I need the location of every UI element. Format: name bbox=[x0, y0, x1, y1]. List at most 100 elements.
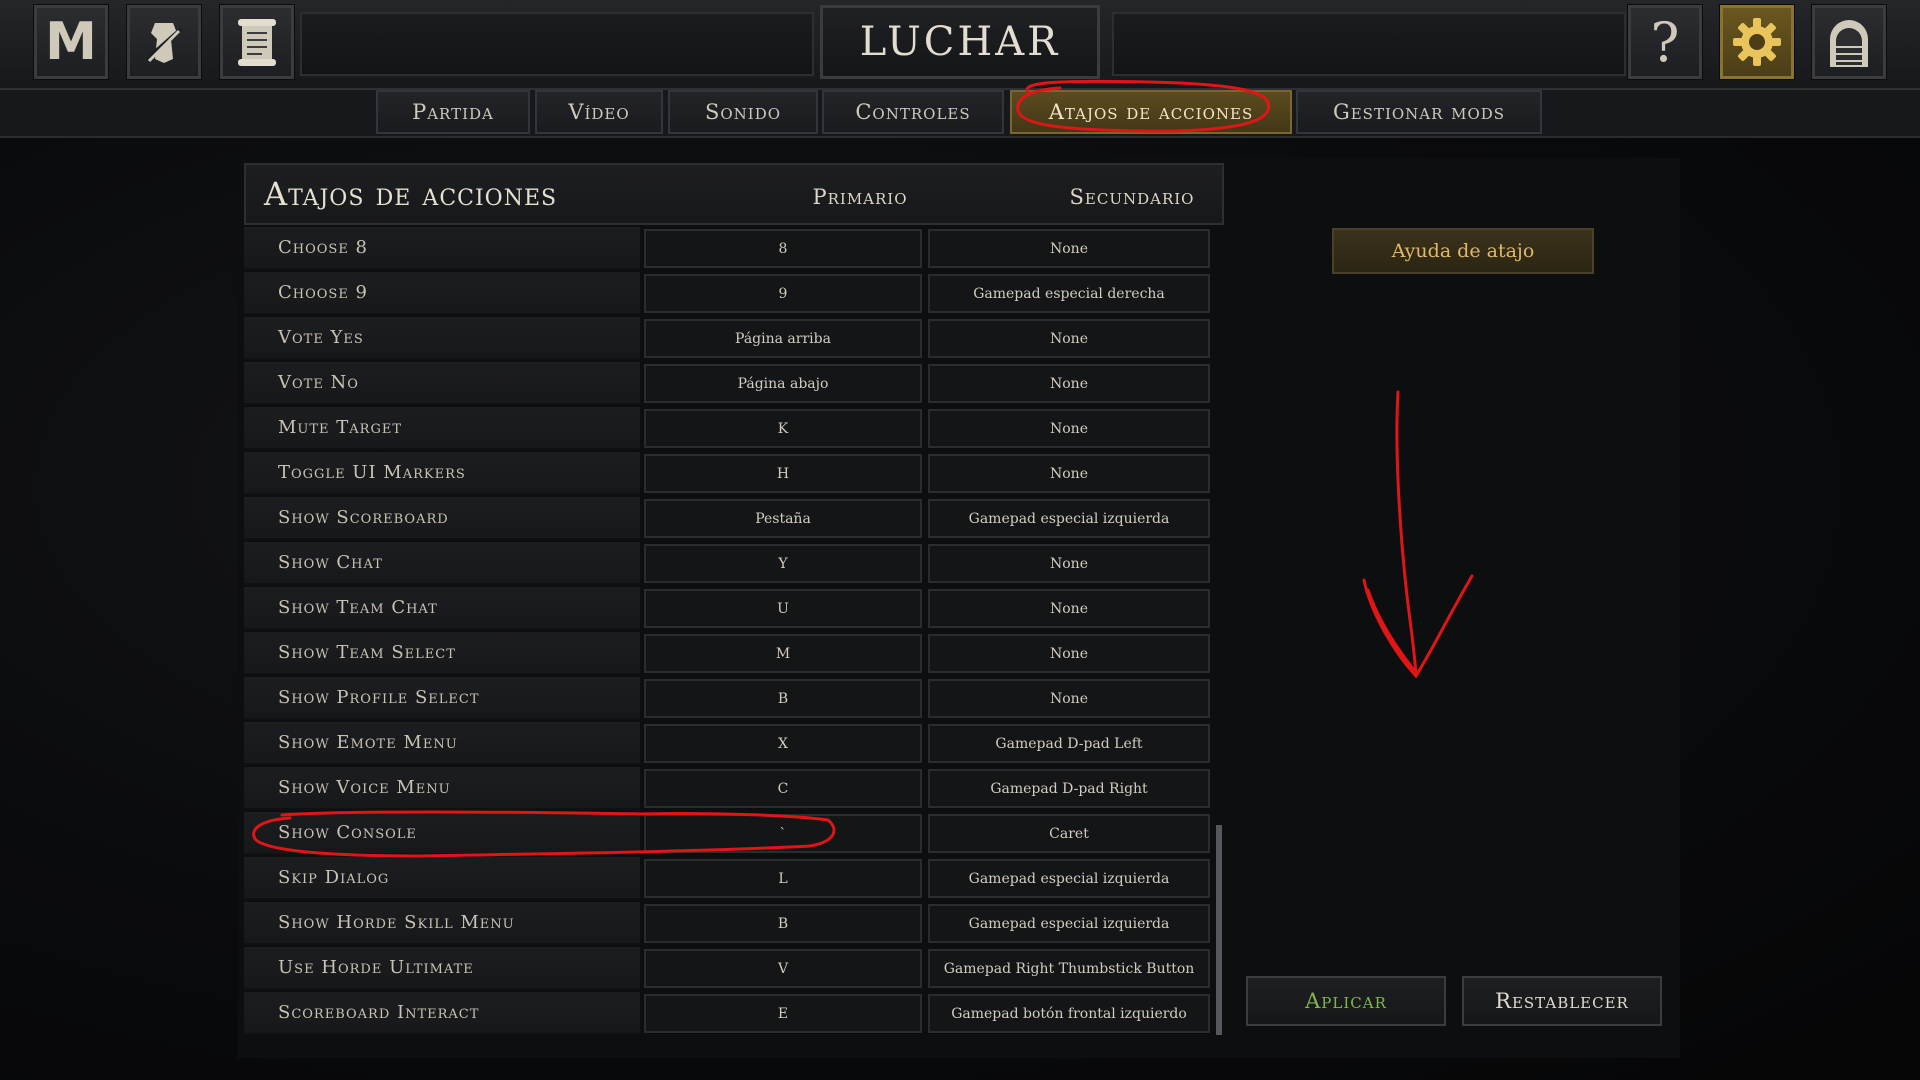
door-glyph bbox=[1830, 20, 1868, 67]
keybind-row: Use Horde Ultimate V Gamepad Right Thumbst… bbox=[244, 947, 1210, 990]
keybind-row: Show Horde Skill Menu B Gamepad especial i… bbox=[244, 902, 1210, 945]
help-icon[interactable]: ? bbox=[1627, 4, 1703, 80]
tab-gestionar-mods[interactable]: Gestionar mods bbox=[1296, 90, 1542, 134]
secondary-key-cell[interactable]: None bbox=[928, 319, 1210, 358]
character-glyph bbox=[145, 23, 183, 63]
scroll-glyph bbox=[238, 19, 276, 66]
column-header-primary: Primario bbox=[812, 185, 908, 209]
keybind-row: Show Emote Menu X Gamepad D-pad Left bbox=[244, 722, 1210, 765]
tab-sonido[interactable]: Sonido bbox=[668, 90, 818, 134]
keybind-row: Show Team Chat U None bbox=[244, 587, 1210, 630]
apply-button[interactable]: Aplicar bbox=[1246, 976, 1446, 1026]
primary-key-cell[interactable]: 9 bbox=[644, 274, 922, 313]
keybind-action-label: Show Emote Menu bbox=[244, 722, 640, 765]
keybind-action-label: Show Scoreboard bbox=[244, 497, 640, 540]
keybind-row: Show Voice Menu C Gamepad D-pad Right bbox=[244, 767, 1210, 810]
keybind-action-label: Mute Target bbox=[244, 407, 640, 450]
secondary-key-cell[interactable]: None bbox=[928, 634, 1210, 673]
keybind-row: Toggle UI Markers H None bbox=[244, 452, 1210, 495]
top-bar-left-fill bbox=[300, 12, 814, 76]
keybind-action-label: Skip Dialog bbox=[244, 857, 640, 900]
gear-icon[interactable] bbox=[1719, 4, 1795, 80]
primary-key-cell[interactable]: K bbox=[644, 409, 922, 448]
keybind-action-label: Scoreboard Interact bbox=[244, 992, 640, 1035]
primary-key-cell[interactable]: Página arriba bbox=[644, 319, 922, 358]
secondary-key-cell[interactable]: Gamepad especial izquierda bbox=[928, 499, 1210, 538]
tab-controles[interactable]: Controles bbox=[822, 90, 1004, 134]
keybind-row: Show Console ` Caret bbox=[244, 812, 1210, 855]
top-bar: M LUCHAR ? bbox=[0, 0, 1920, 90]
primary-key-cell[interactable]: B bbox=[644, 679, 922, 718]
primary-key-cell[interactable]: V bbox=[644, 949, 922, 988]
settings-tab-bar: Partida Vídeo Sonido Controles Atajos de… bbox=[0, 90, 1920, 138]
keybind-row: Scoreboard Interact E Gamepad botón fronta… bbox=[244, 992, 1210, 1035]
primary-key-cell[interactable]: H bbox=[644, 454, 922, 493]
help-glyph: ? bbox=[1650, 10, 1680, 74]
m-logo-icon[interactable]: M bbox=[33, 4, 109, 80]
secondary-key-cell[interactable]: Gamepad especial izquierda bbox=[928, 859, 1210, 898]
gear-glyph bbox=[1733, 18, 1781, 66]
secondary-key-cell[interactable]: Gamepad botón frontal izquierdo bbox=[928, 994, 1210, 1033]
primary-key-cell[interactable]: C bbox=[644, 769, 922, 808]
primary-key-cell[interactable]: Página abajo bbox=[644, 364, 922, 403]
keybind-row: Show Profile Select B None bbox=[244, 677, 1210, 720]
keybind-row: Choose 8 8 None bbox=[244, 227, 1210, 270]
secondary-key-cell[interactable]: Gamepad D-pad Left bbox=[928, 724, 1210, 763]
keybind-list-scrollbar[interactable] bbox=[1216, 825, 1222, 1035]
primary-key-cell[interactable]: Y bbox=[644, 544, 922, 583]
primary-key-cell[interactable]: X bbox=[644, 724, 922, 763]
secondary-key-cell[interactable]: None bbox=[928, 679, 1210, 718]
keybind-action-label: Show Team Select bbox=[244, 632, 640, 675]
keybind-action-label: Choose 8 bbox=[244, 227, 640, 270]
keybind-action-label: Show Console bbox=[244, 812, 640, 855]
secondary-key-cell[interactable]: None bbox=[928, 409, 1210, 448]
primary-key-cell[interactable]: M bbox=[644, 634, 922, 673]
page-title: LUCHAR bbox=[820, 5, 1100, 79]
reset-button[interactable]: Restablecer bbox=[1462, 976, 1662, 1026]
tab-partida[interactable]: Partida bbox=[376, 90, 530, 134]
keybind-row: Vote Yes Página arriba None bbox=[244, 317, 1210, 360]
tab-atajos-de-acciones[interactable]: Atajos de acciones bbox=[1010, 90, 1292, 134]
secondary-key-cell[interactable]: Caret bbox=[928, 814, 1210, 853]
keybind-action-label: Choose 9 bbox=[244, 272, 640, 315]
keybind-list-title: Atajos de acciones bbox=[264, 175, 558, 213]
secondary-key-cell[interactable]: Gamepad D-pad Right bbox=[928, 769, 1210, 808]
secondary-key-cell[interactable]: Gamepad especial derecha bbox=[928, 274, 1210, 313]
scroll-icon[interactable] bbox=[219, 4, 295, 80]
keybind-row: Skip Dialog L Gamepad especial izquierda bbox=[244, 857, 1210, 900]
keybind-list-header: Atajos de acciones Primario Secundario bbox=[244, 163, 1224, 225]
m-logo-glyph: M bbox=[45, 12, 97, 72]
secondary-key-cell[interactable]: None bbox=[928, 589, 1210, 628]
door-icon[interactable] bbox=[1811, 4, 1887, 80]
keybind-action-label: Show Voice Menu bbox=[244, 767, 640, 810]
character-icon[interactable] bbox=[126, 4, 202, 80]
keybind-row: Show Team Select M None bbox=[244, 632, 1210, 675]
primary-key-cell[interactable]: ` bbox=[644, 814, 922, 853]
primary-key-cell[interactable]: U bbox=[644, 589, 922, 628]
keybind-action-label: Show Profile Select bbox=[244, 677, 640, 720]
secondary-key-cell[interactable]: None bbox=[928, 229, 1210, 268]
keybind-row: Show Scoreboard Pestaña Gamepad especial i… bbox=[244, 497, 1210, 540]
column-header-secondary: Secundario bbox=[1069, 185, 1195, 209]
primary-key-cell[interactable]: Pestaña bbox=[644, 499, 922, 538]
primary-key-cell[interactable]: E bbox=[644, 994, 922, 1033]
keybind-action-label: Show Team Chat bbox=[244, 587, 640, 630]
keybind-action-label: Show Horde Skill Menu bbox=[244, 902, 640, 945]
primary-key-cell[interactable]: B bbox=[644, 904, 922, 943]
keybind-action-label: Vote No bbox=[244, 362, 640, 405]
secondary-key-cell[interactable]: Gamepad Right Thumbstick Button bbox=[928, 949, 1210, 988]
primary-key-cell[interactable]: L bbox=[644, 859, 922, 898]
top-bar-right-fill bbox=[1112, 12, 1626, 76]
keybind-row: Mute Target K None bbox=[244, 407, 1210, 450]
secondary-key-cell[interactable]: None bbox=[928, 364, 1210, 403]
keybind-action-label: Use Horde Ultimate bbox=[244, 947, 640, 990]
secondary-key-cell[interactable]: Gamepad especial izquierda bbox=[928, 904, 1210, 943]
secondary-key-cell[interactable]: None bbox=[928, 454, 1210, 493]
keybind-row: Vote No Página abajo None bbox=[244, 362, 1210, 405]
tab-video[interactable]: Vídeo bbox=[535, 90, 663, 134]
secondary-key-cell[interactable]: None bbox=[928, 544, 1210, 583]
keybind-action-label: Vote Yes bbox=[244, 317, 640, 360]
primary-key-cell[interactable]: 8 bbox=[644, 229, 922, 268]
keybind-help-button[interactable]: Ayuda de atajo bbox=[1332, 228, 1594, 274]
keybind-row: Show Chat Y None bbox=[244, 542, 1210, 585]
